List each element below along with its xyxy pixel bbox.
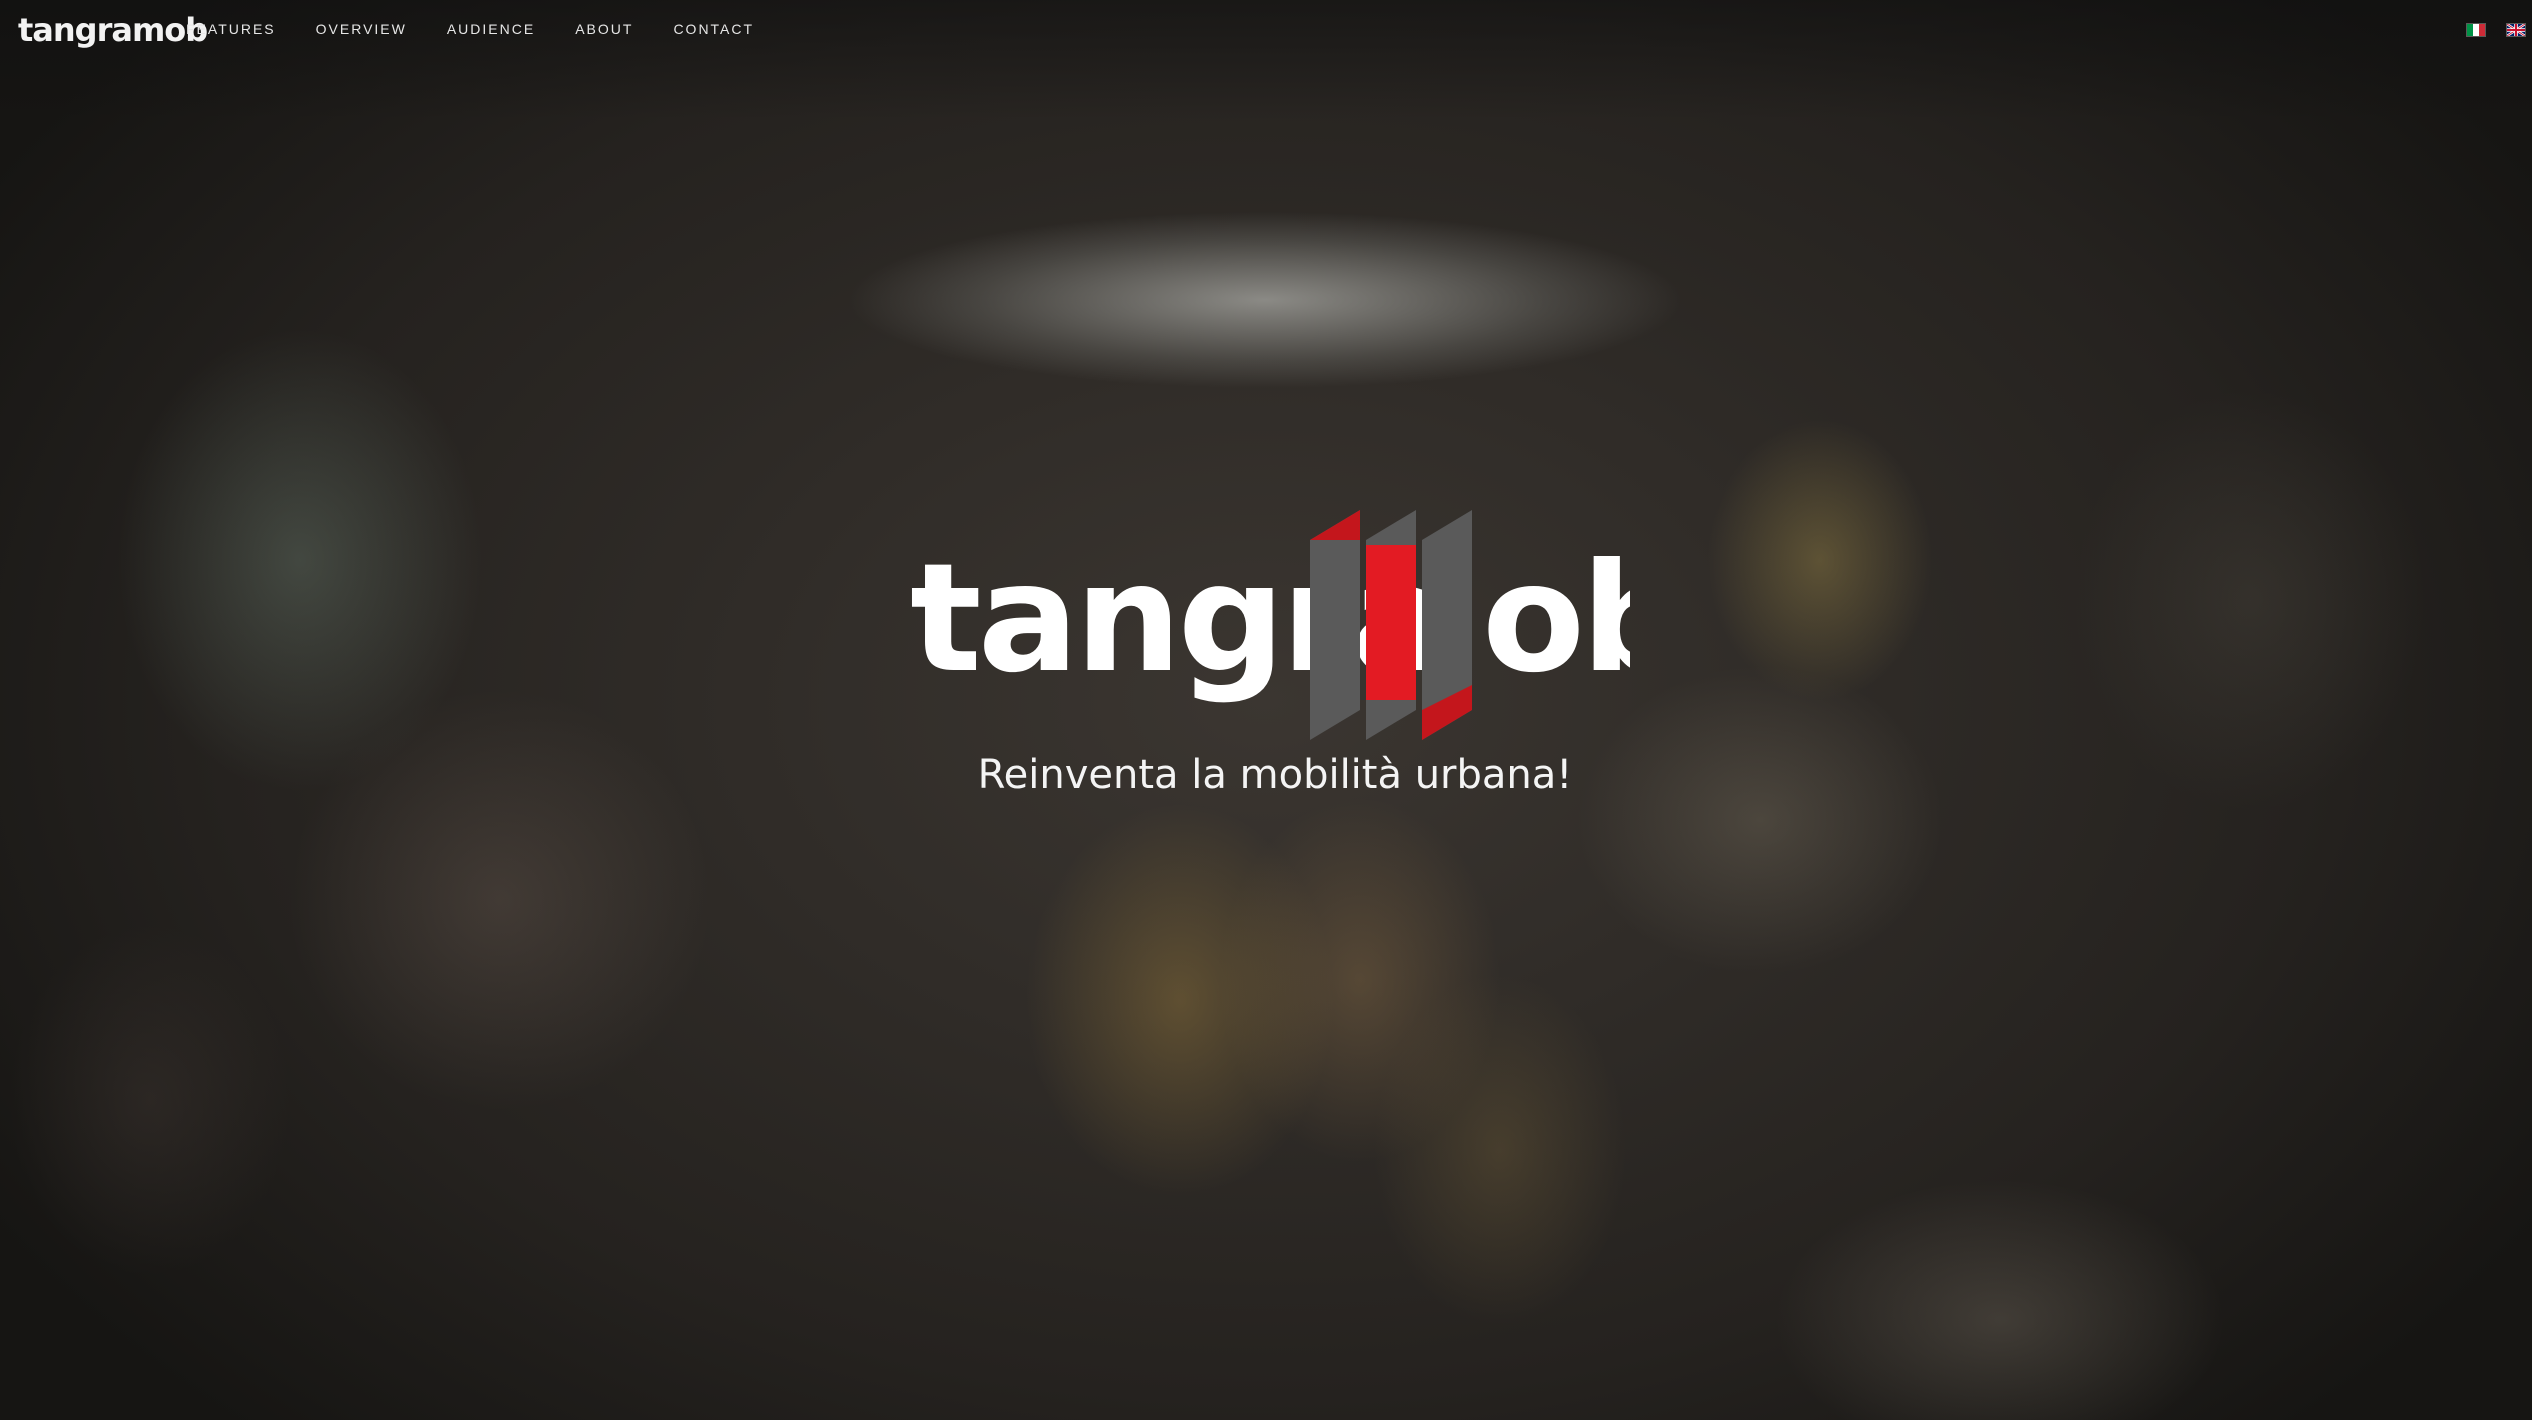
nav-links: FEATURES OVERVIEW AUDIENCE ABOUT CONTACT (186, 17, 794, 41)
navbar: tangramob FEATURES OVERVIEW AUDIENCE ABO… (0, 0, 2532, 60)
nav-link-overview[interactable]: OVERVIEW (316, 17, 407, 41)
nav-link-audience[interactable]: AUDIENCE (447, 17, 535, 41)
uk-flag-graphic (2507, 24, 2525, 36)
hero-logo: tangra ob (910, 510, 1630, 740)
hero-tagline: Reinventa la mobilità urbana! (977, 752, 1573, 798)
nav-link-about[interactable]: ABOUT (575, 17, 633, 41)
logo-m-mark (1310, 510, 1472, 740)
language-switcher (2466, 23, 2526, 37)
page: tangramob FEATURES OVERVIEW AUDIENCE ABO… (0, 0, 2532, 1420)
nav-link-features[interactable]: FEATURES (186, 17, 276, 41)
nav-link-contact[interactable]: CONTACT (673, 17, 754, 41)
uk-flag-icon[interactable] (2506, 23, 2526, 37)
logo-text-right: ob (1482, 532, 1630, 706)
hero: tangra ob Reinventa la mobilità urbana! (0, 0, 2532, 1420)
italian-flag-icon[interactable] (2466, 23, 2486, 37)
nav-logo[interactable]: tangramob (18, 9, 208, 51)
